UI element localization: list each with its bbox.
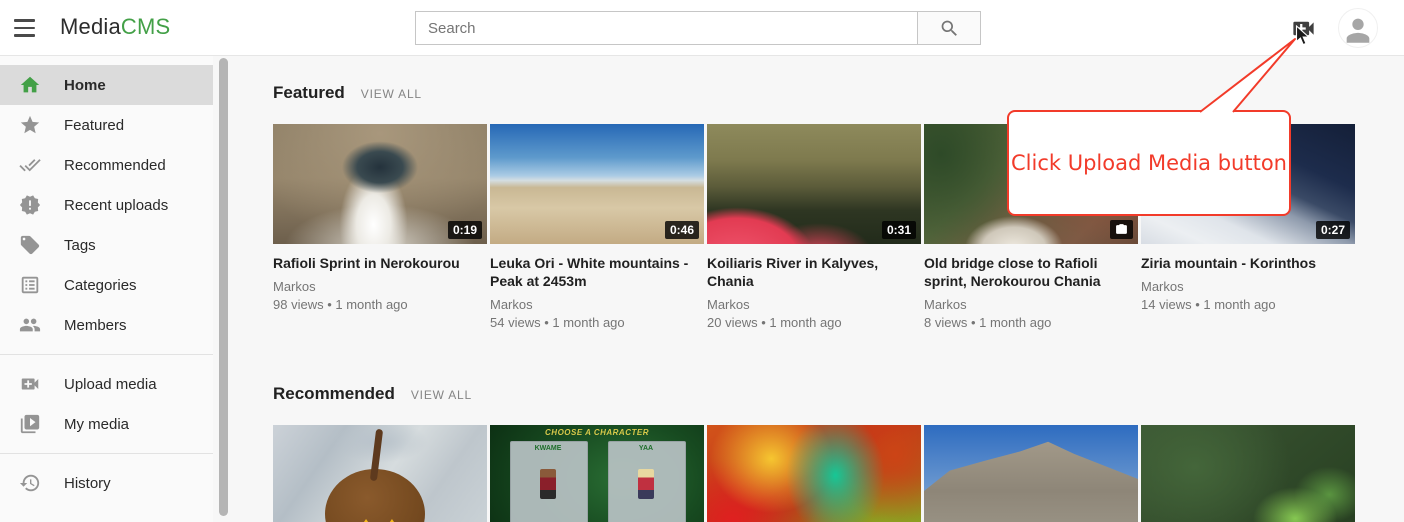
sidebar-item-recommended[interactable]: Recommended xyxy=(0,145,213,185)
video-title[interactable]: Old bridge close to Rafioli sprint, Nero… xyxy=(924,254,1138,290)
sidebar-divider xyxy=(0,453,213,454)
search-bar xyxy=(415,11,981,45)
video-card: 0:31 Koiliaris River in Kalyves, Chania Ma… xyxy=(707,124,921,330)
sidebar-item-label: Categories xyxy=(64,277,137,294)
members-icon xyxy=(18,313,42,337)
sidebar-item-tags[interactable]: Tags xyxy=(0,225,213,265)
sidebar-item-label: Tags xyxy=(64,237,96,254)
video-thumbnail[interactable]: CHOOSE A CHARACTERKWAMEYAASelectedSelect xyxy=(490,425,704,522)
camera-icon xyxy=(1110,220,1133,239)
video-title[interactable]: Leuka Ori - White mountains - Peak at 24… xyxy=(490,254,704,290)
video-card xyxy=(924,425,1138,522)
sidebar-nav: Home Featured Recommended Recent uploads Tag… xyxy=(0,56,213,522)
sidebar-item-featured[interactable]: Featured xyxy=(0,105,213,145)
mediacms-app: MediaCMS Home Featured Recommended Recent u… xyxy=(0,0,1404,522)
sidebar-item-label: Home xyxy=(64,77,106,94)
video-title[interactable]: Ziria mountain - Korinthos xyxy=(1141,254,1355,272)
sidebar-divider xyxy=(0,354,213,355)
video-title[interactable]: Koiliaris River in Kalyves, Chania xyxy=(707,254,921,290)
video-card: 0:19 Rafioli Sprint in Nerokourou Markos 98… xyxy=(273,124,487,330)
video-thumbnail[interactable]: 0:31 xyxy=(707,124,921,244)
game-character-sprite xyxy=(638,469,654,499)
tutorial-callout: Click Upload Media button xyxy=(1007,110,1291,216)
sidebar-item-label: Recommended xyxy=(64,157,166,174)
sidebar-item-home[interactable]: Home xyxy=(0,65,213,105)
game-title-text: CHOOSE A CHARACTER xyxy=(490,428,704,437)
video-thumbnail[interactable]: 0:46 xyxy=(490,124,704,244)
avatar[interactable] xyxy=(1338,8,1378,48)
video-card xyxy=(273,425,487,522)
brand-media: Media xyxy=(60,14,121,39)
upload-media-button[interactable] xyxy=(1288,13,1318,43)
home-icon xyxy=(18,73,42,97)
menu-icon[interactable] xyxy=(14,16,40,40)
video-author[interactable]: Markos xyxy=(490,297,704,312)
video-thumbnail[interactable] xyxy=(924,425,1138,522)
person-icon xyxy=(1341,13,1375,47)
duration-badge: 0:31 xyxy=(882,221,916,239)
search-icon xyxy=(939,18,960,39)
view-all-link[interactable]: VIEW ALL xyxy=(361,87,422,101)
brand-cms: CMS xyxy=(121,14,171,39)
sidebar-item-label: Featured xyxy=(64,117,124,134)
duration-badge: 0:27 xyxy=(1316,221,1350,239)
top-bar: MediaCMS xyxy=(0,0,1404,56)
game-character-sprite xyxy=(540,469,556,499)
video-meta: 20 views • 1 month ago xyxy=(707,315,921,330)
sidebar-item-label: Recent uploads xyxy=(64,197,168,214)
game-character-name: KWAME xyxy=(510,445,586,452)
sidebar-item-label: Members xyxy=(64,317,127,334)
callout-text: Click Upload Media button xyxy=(1011,151,1287,175)
video-author[interactable]: Markos xyxy=(707,297,921,312)
duration-badge: 0:46 xyxy=(665,221,699,239)
video-meta: 54 views • 1 month ago xyxy=(490,315,704,330)
game-character-name: YAA xyxy=(608,445,684,452)
video-title[interactable]: Rafioli Sprint in Nerokourou xyxy=(273,254,487,272)
video-meta: 98 views • 1 month ago xyxy=(273,297,487,312)
new-releases-icon xyxy=(18,193,42,217)
view-all-link[interactable]: VIEW ALL xyxy=(411,388,472,402)
video-card: CHOOSE A CHARACTERKWAMEYAASelectedSelect xyxy=(490,425,704,522)
sidebar-scrollbar[interactable] xyxy=(219,58,228,516)
duration-badge: 0:19 xyxy=(448,221,482,239)
video-card xyxy=(707,425,921,522)
sidebar-item-label: History xyxy=(64,475,111,492)
video-author[interactable]: Markos xyxy=(1141,279,1355,294)
section-title: Featured xyxy=(273,83,345,103)
sidebar-item-members[interactable]: Members xyxy=(0,305,213,345)
video-author[interactable]: Markos xyxy=(924,297,1138,312)
video-call-icon xyxy=(18,372,42,396)
search-button[interactable] xyxy=(917,11,981,45)
video-card: 0:46 Leuka Ori - White mountains - Peak a… xyxy=(490,124,704,330)
brand-logo[interactable]: MediaCMS xyxy=(60,14,170,40)
section-recommended: Recommended VIEW ALL CHOOSE A CHARACTER KWA… xyxy=(273,384,1358,522)
sidebar-item-label: Upload media xyxy=(64,376,157,393)
sidebar-item-recent-uploads[interactable]: Recent uploads xyxy=(0,185,213,225)
video-thumbnail[interactable] xyxy=(707,425,921,522)
sidebar-item-categories[interactable]: Categories xyxy=(0,265,213,305)
video-thumbnail[interactable] xyxy=(273,425,487,522)
upload-media-icon xyxy=(1290,15,1317,42)
search-input[interactable] xyxy=(415,11,917,45)
video-meta: 8 views • 1 month ago xyxy=(924,315,1138,330)
video-meta: 14 views • 1 month ago xyxy=(1141,297,1355,312)
video-library-icon xyxy=(18,412,42,436)
video-thumbnail[interactable] xyxy=(1141,425,1355,522)
video-thumbnail[interactable]: 0:19 xyxy=(273,124,487,244)
star-icon xyxy=(18,113,42,137)
sidebar-item-label: My media xyxy=(64,416,129,433)
section-title: Recommended xyxy=(273,384,395,404)
video-author[interactable]: Markos xyxy=(273,279,487,294)
tag-icon xyxy=(18,233,42,257)
sidebar-item-upload-media[interactable]: Upload media xyxy=(0,364,213,404)
sidebar-item-my-media[interactable]: My media xyxy=(0,404,213,444)
categories-icon xyxy=(18,273,42,297)
sidebar-item-history[interactable]: History xyxy=(0,463,213,503)
video-card xyxy=(1141,425,1355,522)
history-icon xyxy=(18,471,42,495)
done-all-icon xyxy=(18,153,42,177)
